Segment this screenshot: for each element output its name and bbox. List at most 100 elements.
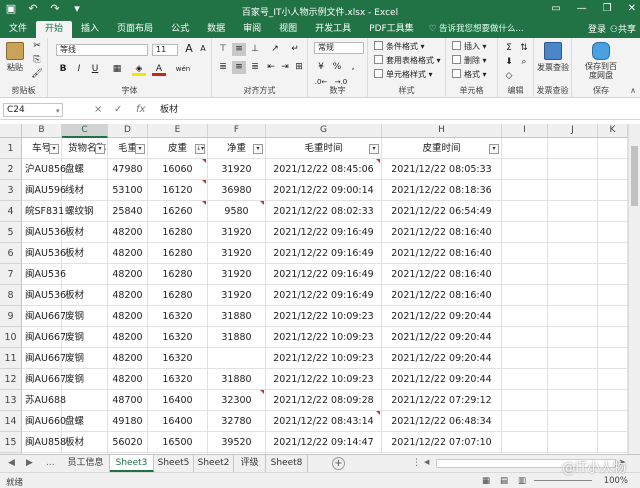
copy-icon[interactable]: ⎘ — [30, 54, 44, 67]
car-number-cell[interactable]: 闽AU536 — [22, 264, 66, 285]
paste-button[interactable]: 粘贴 — [3, 42, 27, 73]
goods-name-cell[interactable]: 板材 — [62, 285, 108, 306]
login-link[interactable]: 登录 — [588, 22, 606, 35]
empty-cell[interactable] — [502, 285, 548, 306]
car-number-cell[interactable]: 闽AU667 — [22, 348, 66, 369]
gross-time-cell[interactable]: 2021/12/22 09:16:49 — [266, 264, 382, 285]
sheet-next-icon[interactable]: ▶ — [26, 458, 33, 468]
empty-cell[interactable] — [598, 159, 628, 180]
orientation-icon[interactable]: ↗ — [268, 43, 282, 56]
tare-time-cell[interactable]: 2021/12/22 09:20:44 — [382, 348, 502, 369]
tare-weight-cell[interactable]: 16320 — [148, 348, 208, 369]
grow-font-icon[interactable]: A — [182, 43, 196, 56]
sheet-tab-rating[interactable]: 评级 — [234, 455, 266, 472]
row-header[interactable]: 8 — [0, 285, 22, 306]
row-header[interactable]: 6 — [0, 243, 22, 264]
empty-cell[interactable] — [502, 390, 548, 411]
percent-icon[interactable]: % — [330, 61, 344, 74]
empty-cell[interactable] — [548, 159, 598, 180]
car-number-cell[interactable]: 闽AU536 — [22, 285, 66, 306]
align-right-icon[interactable]: ≣ — [248, 61, 262, 74]
gross-time-cell[interactable]: 2021/12/22 09:16:49 — [266, 222, 382, 243]
empty-cell[interactable] — [598, 432, 628, 453]
empty-cell[interactable] — [598, 390, 628, 411]
goods-name-cell[interactable]: 螺纹钢 — [62, 201, 108, 222]
tab-insert[interactable]: 插入 — [72, 21, 108, 38]
row-header[interactable]: 10 — [0, 327, 22, 348]
car-number-cell[interactable]: 沪AU856 — [22, 159, 66, 180]
net-weight-cell[interactable]: 32300 — [208, 390, 266, 411]
tab-data[interactable]: 数据 — [198, 21, 234, 38]
name-box-dropdown-icon[interactable]: ▾ — [56, 104, 60, 118]
insert-function-icon[interactable]: fx — [136, 103, 145, 117]
goods-name-cell[interactable] — [62, 264, 108, 285]
empty-cell[interactable] — [548, 390, 598, 411]
gross-time-cell[interactable]: 2021/12/22 10:09:23 — [266, 306, 382, 327]
net-weight-cell[interactable]: 32780 — [208, 411, 266, 432]
sheet-tab-sheet5[interactable]: Sheet5 — [154, 455, 194, 472]
empty-cell[interactable] — [598, 306, 628, 327]
row-header[interactable]: 7 — [0, 264, 22, 285]
sheet-prev-icon[interactable]: ◀ — [8, 458, 15, 468]
car-number-cell[interactable]: 闽AU596 — [22, 180, 66, 201]
empty-cell[interactable] — [548, 285, 598, 306]
font-size-select[interactable]: 11 — [152, 44, 178, 56]
row-header[interactable]: 15 — [0, 432, 22, 453]
tare-weight-cell[interactable]: 16500 — [148, 432, 208, 453]
collapse-ribbon-icon[interactable]: ∧ — [630, 86, 636, 95]
goods-name-cell[interactable]: 板材 — [62, 222, 108, 243]
tare-weight-cell[interactable]: 16320 — [148, 327, 208, 348]
gross-time-cell[interactable]: 2021/12/22 08:02:33 — [266, 201, 382, 222]
tab-page-layout[interactable]: 页面布局 — [108, 21, 162, 38]
normal-view-icon[interactable]: ▦ — [482, 476, 490, 486]
gross-time-cell[interactable]: 2021/12/22 10:09:23 — [266, 348, 382, 369]
tare-time-cell[interactable]: 2021/12/22 08:05:33 — [382, 159, 502, 180]
tell-me-box[interactable]: ♡ 告诉我您想要做什么... — [429, 21, 524, 38]
net-weight-cell[interactable]: 31920 — [208, 264, 266, 285]
empty-cell[interactable] — [502, 180, 548, 201]
car-number-cell[interactable]: 闽AU536 — [22, 243, 66, 264]
tare-time-cell[interactable]: 2021/12/22 06:48:34 — [382, 411, 502, 432]
formula-input[interactable]: 板材 — [160, 103, 636, 117]
empty-cell[interactable] — [502, 411, 548, 432]
tare-time-cell[interactable]: 2021/12/22 09:20:44 — [382, 306, 502, 327]
empty-cell[interactable] — [598, 285, 628, 306]
car-number-cell[interactable]: 苏AU688 — [22, 390, 66, 411]
row-header[interactable]: 12 — [0, 369, 22, 390]
empty-cell[interactable] — [502, 327, 548, 348]
empty-cell[interactable] — [598, 264, 628, 285]
tare-time-cell[interactable]: 2021/12/22 09:20:44 — [382, 327, 502, 348]
empty-cell[interactable] — [598, 348, 628, 369]
gross-weight-cell[interactable]: 48200 — [108, 285, 148, 306]
select-all-corner[interactable] — [0, 124, 22, 138]
filter-dropdown-icon[interactable]: ▾ — [95, 144, 105, 154]
empty-cell[interactable] — [502, 432, 548, 453]
save-to-baidu-button[interactable]: 保存到百度网盘 — [572, 42, 630, 80]
row-header[interactable]: 9 — [0, 306, 22, 327]
tare-weight-cell[interactable]: 16320 — [148, 369, 208, 390]
underline-button[interactable]: U — [88, 63, 102, 76]
column-header-f[interactable]: F — [208, 124, 266, 138]
empty-cell[interactable] — [548, 138, 598, 159]
gross-time-cell[interactable]: 2021/12/22 10:09:23 — [266, 327, 382, 348]
empty-cell[interactable] — [502, 243, 548, 264]
tare-time-cell[interactable]: 2021/12/22 08:16:40 — [382, 264, 502, 285]
column-header-k[interactable]: K — [598, 124, 628, 138]
gross-time-cell[interactable]: 2021/12/22 08:45:06 — [266, 159, 382, 180]
gross-weight-cell[interactable]: 48700 — [108, 390, 148, 411]
gross-time-cell[interactable]: 2021/12/22 09:00:14 — [266, 180, 382, 201]
gross-time-cell[interactable]: 2021/12/22 09:16:49 — [266, 243, 382, 264]
font-name-select[interactable]: 等线 — [56, 44, 148, 56]
goods-name-cell[interactable]: 板材 — [62, 432, 108, 453]
column-header-b[interactable]: B — [22, 124, 62, 138]
italic-button[interactable]: I — [72, 63, 86, 76]
row-header[interactable]: 4 — [0, 201, 22, 222]
empty-cell[interactable] — [548, 306, 598, 327]
row-header[interactable]: 5 — [0, 222, 22, 243]
filter-dropdown-icon[interactable]: ▾ — [253, 144, 263, 154]
close-icon[interactable]: ✕ — [628, 3, 636, 14]
goods-name-cell[interactable]: 废钢 — [62, 348, 108, 369]
gross-weight-cell[interactable]: 56020 — [108, 432, 148, 453]
tab-file[interactable]: 文件 — [0, 21, 36, 38]
empty-cell[interactable] — [548, 201, 598, 222]
